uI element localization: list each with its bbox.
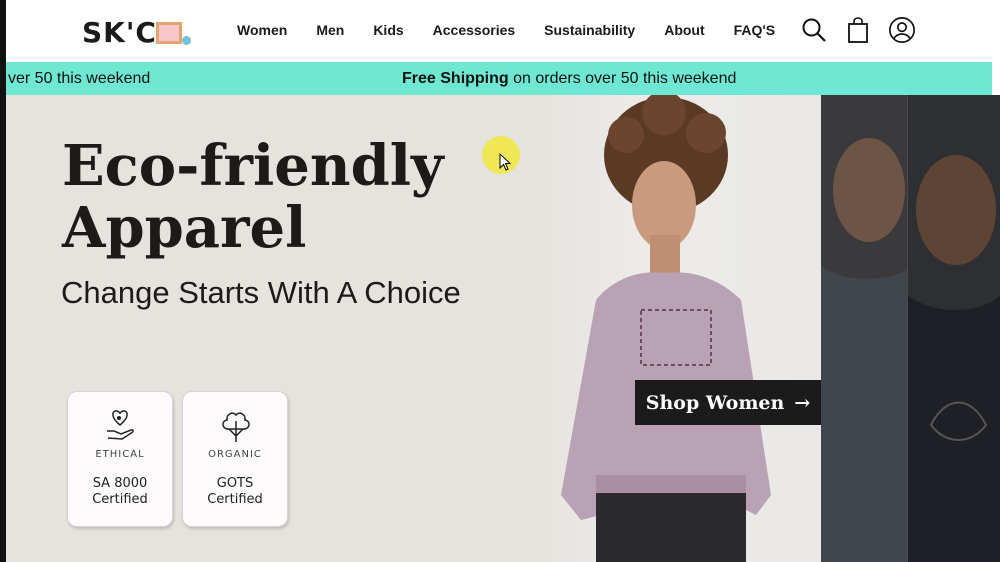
badge-organic: ORGANIC GOTS Certified — [182, 391, 288, 527]
badge-value: SA 8000 Certified — [92, 476, 148, 507]
header-icons — [800, 15, 916, 45]
hero-subheadline: Change Starts With A Choice — [61, 275, 461, 310]
organic-cotton-icon — [219, 407, 251, 443]
shopping-bag-icon[interactable] — [844, 15, 872, 45]
announcement-message: Free Shipping on orders over 50 this wee… — [402, 70, 736, 88]
shop-women-label: Shop Women — [645, 391, 785, 414]
announcement-fragment: ver 50 this weekend — [8, 70, 151, 87]
main-nav: Women Men Kids Accessories Sustainabilit… — [237, 22, 775, 38]
ethical-heart-hand-icon — [104, 407, 136, 443]
hero-headline: Eco-friendly Apparel — [62, 135, 444, 259]
badge-type: ETHICAL — [95, 449, 145, 460]
announcement-bar: ver 50 this weekend Free Shipping on ord… — [0, 62, 992, 95]
nav-accessories[interactable]: Accessories — [433, 22, 516, 38]
badge-type: ORGANIC — [208, 449, 262, 460]
shop-women-button[interactable]: Shop Women → — [635, 380, 821, 425]
headline-line-2: Apparel — [62, 195, 307, 261]
hero-model-image — [556, 95, 821, 562]
nav-faqs[interactable]: FAQ'S — [734, 22, 775, 38]
brand-logo[interactable]: SK'CH — [82, 10, 194, 54]
search-icon[interactable] — [800, 15, 828, 45]
badge-value: GOTS Certified — [207, 476, 263, 507]
headline-line-1: Eco-friendly — [62, 133, 444, 199]
nav-women[interactable]: Women — [237, 22, 287, 38]
nav-kids[interactable]: Kids — [373, 22, 403, 38]
announcement-rest: on orders over 50 this weekend — [508, 70, 737, 87]
account-icon[interactable] — [888, 15, 916, 45]
mouse-cursor-icon — [499, 152, 512, 171]
badge-ethical: ETHICAL SA 8000 Certified — [67, 391, 173, 527]
arrow-right-icon: → — [794, 391, 811, 414]
nav-men[interactable]: Men — [316, 22, 344, 38]
site-header: SK'CH Women Men Kids Accessories Sustain… — [0, 0, 1000, 62]
nav-sustainability[interactable]: Sustainability — [544, 22, 635, 38]
next-slide-preview — [821, 95, 1000, 562]
announcement-bold: Free Shipping — [402, 70, 509, 87]
hero-banner: Eco-friendly Apparel Change Starts With … — [6, 95, 821, 562]
nav-about[interactable]: About — [664, 22, 704, 38]
